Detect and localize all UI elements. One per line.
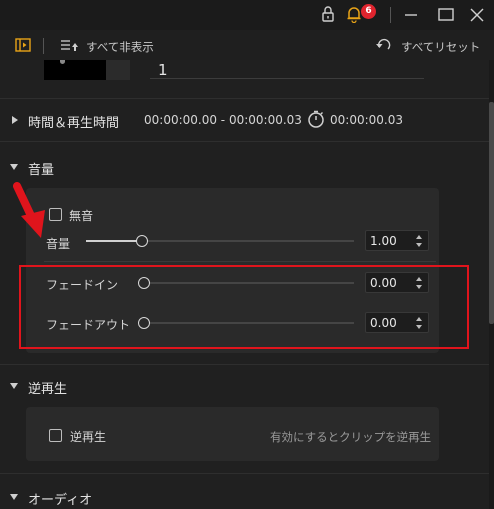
volume-divider: [44, 261, 436, 262]
clip-number-field[interactable]: [150, 60, 424, 79]
time-range: 00:00:00.00 - 00:00:00.03: [144, 113, 302, 127]
reset-all-button[interactable]: すべてリセット: [401, 39, 480, 55]
titlebar-divider: [390, 7, 391, 23]
toolbar: すべて非表示 すべてリセット: [0, 30, 494, 60]
time-section-header[interactable]: 時間＆再生時間 00:00:00.00 - 00:00:00.03 00:00:…: [0, 105, 489, 135]
mute-label: 無音: [69, 209, 94, 223]
volume-section-label: 音量: [28, 163, 55, 178]
scrollbar-thumb[interactable]: [489, 102, 494, 324]
time-section-label: 時間＆再生時間: [28, 116, 120, 131]
title-bar: 6: [0, 0, 494, 30]
lock-icon[interactable]: [321, 5, 335, 23]
clip-number-value: 1: [158, 61, 168, 79]
volume-slider-knob[interactable]: [136, 235, 148, 247]
maximize-icon[interactable]: [438, 8, 454, 22]
volume-label: 音量: [46, 237, 71, 251]
close-icon[interactable]: [470, 8, 484, 22]
reverse-checkbox[interactable]: [49, 429, 62, 442]
panel-toggle-icon[interactable]: [15, 38, 31, 52]
decrement-icon[interactable]: [416, 243, 422, 247]
red-arrow-icon: [13, 182, 45, 238]
bell-icon[interactable]: [346, 5, 362, 23]
stopwatch-icon: [308, 110, 324, 128]
minimize-icon[interactable]: [404, 8, 418, 22]
collapse-arrow-icon: [10, 164, 18, 170]
section-divider: [0, 141, 489, 142]
notification-badge: 6: [361, 4, 376, 19]
increment-icon[interactable]: [416, 235, 422, 239]
volume-value: 1.00: [370, 234, 397, 248]
reverse-hint: 有効にするとクリップを逆再生: [270, 430, 432, 444]
properties-panel: 1 時間＆再生時間 00:00:00.00 - 00:00:00.03 00:0…: [0, 60, 489, 509]
reset-icon[interactable]: [375, 38, 391, 52]
expand-arrow-icon: [12, 116, 18, 124]
reverse-label: 逆再生: [70, 430, 107, 444]
reverse-section-header[interactable]: 逆再生: [0, 371, 489, 401]
section-divider: [0, 473, 489, 474]
hide-all-button[interactable]: すべて非表示: [86, 39, 154, 55]
collapse-all-icon[interactable]: [60, 39, 80, 53]
audio-section-header[interactable]: オーディオ: [0, 484, 489, 509]
section-divider: [0, 98, 489, 99]
collapse-arrow-icon: [10, 494, 18, 500]
audio-section-label: オーディオ: [28, 493, 93, 508]
reverse-section-label: 逆再生: [28, 382, 68, 397]
fade-highlight-box: [19, 265, 469, 349]
clip-thumbnail-edge: [106, 60, 130, 80]
duration: 00:00:00.03: [330, 113, 403, 127]
volume-spinbox[interactable]: 1.00: [365, 230, 429, 251]
collapse-arrow-icon: [10, 383, 18, 389]
mute-checkbox[interactable]: [49, 208, 62, 221]
volume-section-header[interactable]: 音量: [0, 152, 489, 182]
section-divider: [0, 364, 489, 365]
volume-slider-fill: [86, 240, 142, 242]
toolbar-divider: [43, 38, 44, 54]
